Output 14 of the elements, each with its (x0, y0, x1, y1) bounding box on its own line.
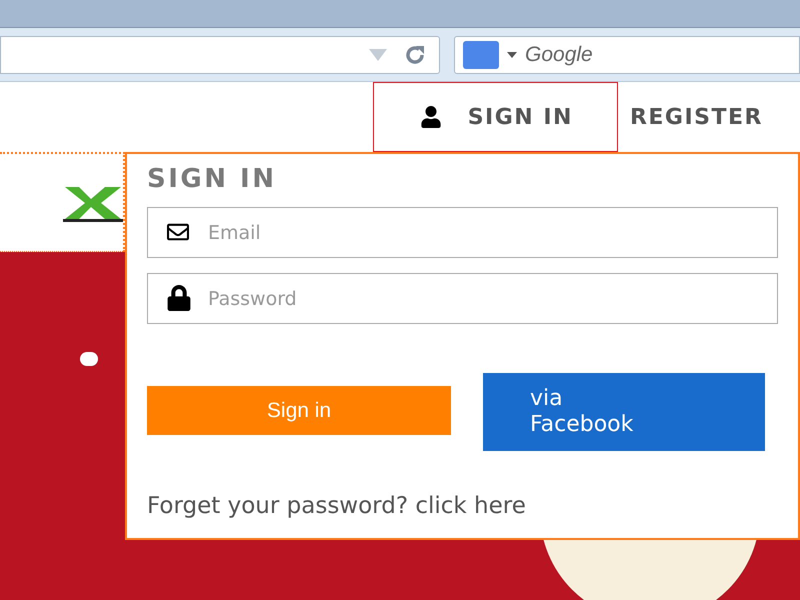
address-bar[interactable] (0, 36, 440, 74)
search-engine-icon[interactable] (463, 40, 499, 68)
panel-title: SIGN IN (147, 163, 278, 196)
search-bar[interactable]: Google (454, 36, 800, 74)
password-field[interactable]: Password (147, 273, 778, 324)
lock-icon (167, 285, 191, 311)
nav-link[interactable]: SIGN IN (372, 82, 618, 152)
email-field[interactable]: Email (147, 207, 778, 258)
forgot-password-link[interactable]: Forget your password? click here (147, 489, 778, 524)
caret-icon[interactable] (507, 52, 517, 58)
search-field[interactable]: Google (525, 38, 799, 70)
nav-link[interactable]: REGISTER (628, 82, 765, 152)
dot-drawing (80, 352, 98, 366)
facebook-button[interactable]: via Facebook (483, 373, 765, 451)
